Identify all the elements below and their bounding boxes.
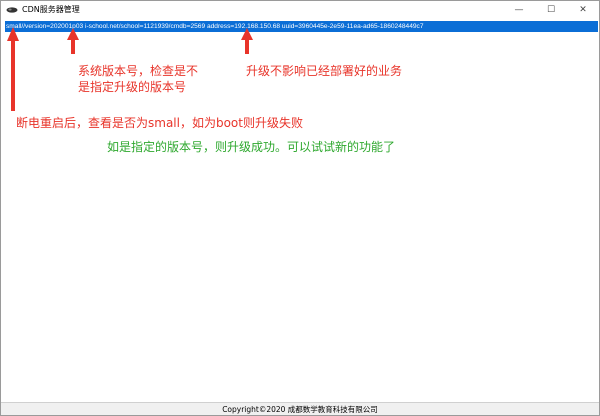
maximize-button[interactable]: ☐ bbox=[535, 1, 567, 18]
minimize-button[interactable]: — bbox=[503, 1, 535, 18]
app-logo-icon bbox=[5, 3, 18, 16]
boot-note: 断电重启后，查看是否为small，如为boot则升级失败 bbox=[16, 116, 303, 130]
copyright-text: Copyright©2020 成都数学教育科技有限公司 bbox=[222, 404, 378, 414]
arrow-up-icon bbox=[241, 28, 253, 54]
title-bar[interactable]: CDN服务器管理 — ☐ ✕ bbox=[1, 1, 599, 18]
window-controls: — ☐ ✕ bbox=[503, 1, 599, 18]
arrow-up-icon bbox=[67, 28, 79, 54]
version-note: 系统版本号，检查是不 是指定升级的版本号 bbox=[78, 63, 198, 95]
window-title: CDN服务器管理 bbox=[22, 5, 80, 14]
status-bar: Copyright©2020 成都数学教育科技有限公司 bbox=[1, 402, 599, 415]
arrow-up-icon bbox=[7, 27, 19, 111]
version-note-line1: 系统版本号，检查是不 bbox=[78, 64, 199, 78]
upgrade-note: 升级不影响已经部署好的业务 bbox=[246, 64, 403, 78]
list-item[interactable]: small//version=202001p03 i-school.net/sc… bbox=[5, 21, 598, 32]
app-window: CDN服务器管理 — ☐ ✕ small//version=202001p03 … bbox=[0, 0, 600, 416]
maximize-icon: ☐ bbox=[546, 4, 556, 15]
close-icon: ✕ bbox=[579, 4, 587, 15]
version-note-line2: 是指定升级的版本号 bbox=[78, 80, 187, 94]
close-button[interactable]: ✕ bbox=[567, 1, 599, 18]
success-note: 如是指定的版本号，则升级成功。可以试试新的功能了 bbox=[107, 140, 396, 154]
server-list[interactable]: small//version=202001p03 i-school.net/sc… bbox=[2, 18, 599, 402]
minimize-icon: — bbox=[514, 4, 524, 15]
